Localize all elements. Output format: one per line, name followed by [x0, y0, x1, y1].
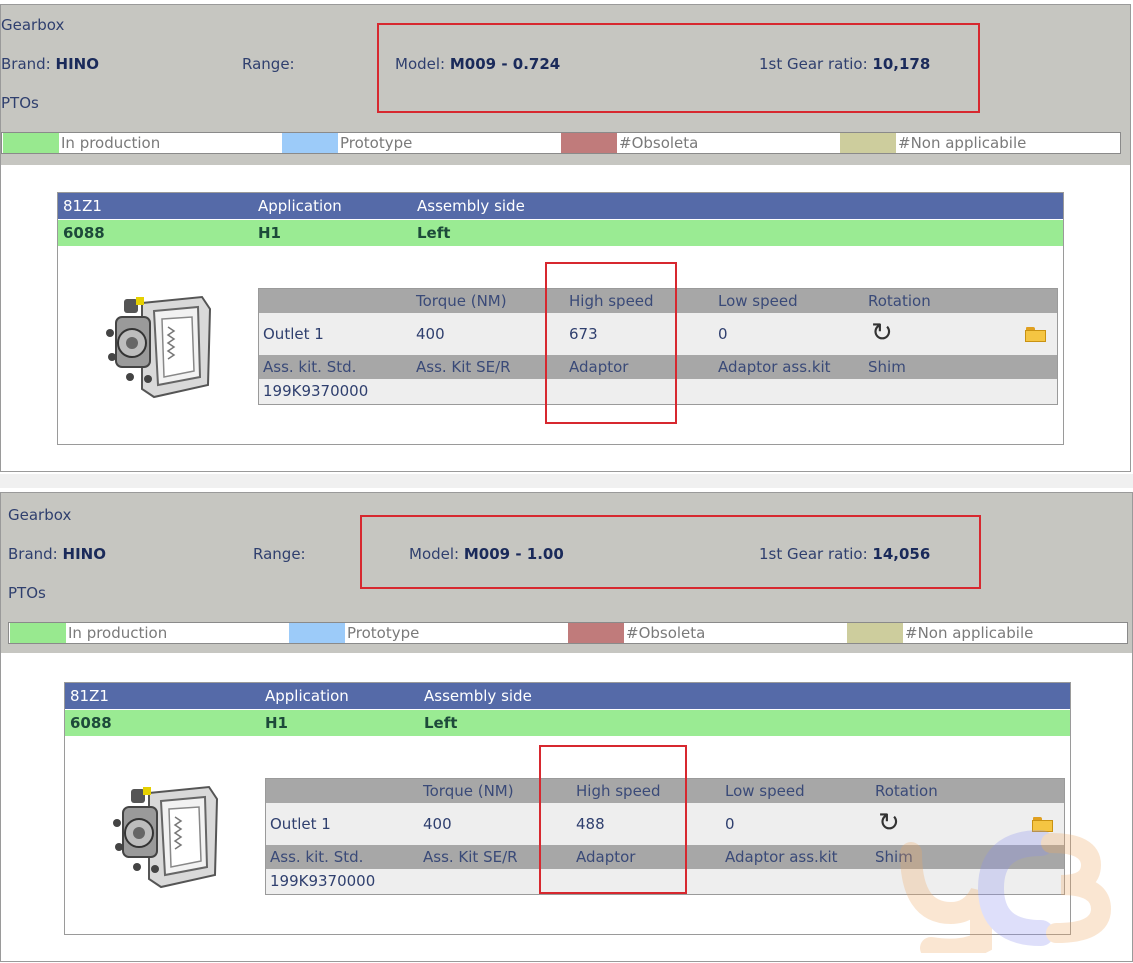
adaptor-ass-kit-header: Adaptor ass.kit [725, 848, 838, 866]
model-highlight-box [360, 515, 981, 589]
assembly-side-header: Assembly side [417, 197, 525, 215]
ptos-label: PTOs [8, 584, 46, 602]
low-speed-header: Low speed [725, 782, 805, 800]
outlet-name: Outlet 1 [263, 325, 324, 343]
brand-field: Brand: HINO [8, 545, 106, 563]
pto-unit-image [106, 295, 212, 399]
gearbox-panel-1: Gearbox Brand: HINO Range: Model: M009 -… [0, 4, 1131, 472]
brand-field: Brand: HINO [1, 55, 99, 73]
ass-kit-ser-header: Ass. Kit SE/R [416, 358, 511, 376]
pto-summary-row[interactable]: 6088 H1 Left [58, 220, 1063, 246]
status-legend: In production Prototype #Obsoleta #Non a… [8, 622, 1128, 644]
pto-code: 6088 [63, 224, 105, 242]
ass-kit-std-value[interactable]: 199K9370000 [263, 382, 368, 400]
ass-kit-ser-header: Ass. Kit SE/R [423, 848, 518, 866]
torque-header: Torque (NM) [416, 292, 507, 310]
torque-value: 400 [416, 325, 445, 343]
rotation-header: Rotation [868, 292, 931, 310]
high-speed-highlight-box [539, 745, 687, 894]
assembly-side-value: Left [417, 224, 451, 242]
watermark-logo [900, 830, 1112, 953]
ass-kit-std-header: Ass. kit. Std. [263, 358, 357, 376]
range-label: Range: [253, 545, 306, 563]
ass-kit-std-header: Ass. kit. Std. [270, 848, 364, 866]
gearbox-header: Gearbox Brand: HINO Range: Model: M009 -… [1, 493, 1132, 653]
application-header: Application [258, 197, 342, 215]
torque-header: Torque (NM) [423, 782, 514, 800]
gearbox-header: Gearbox Brand: HINO Range: Model: M009 -… [1, 5, 1130, 165]
pto-column-header: 81Z1 Application Assembly side [58, 193, 1063, 219]
code-header: 81Z1 [63, 197, 102, 215]
gearbox-panel-2: Gearbox Brand: HINO Range: Model: M009 -… [0, 492, 1133, 962]
low-speed-value: 0 [725, 815, 735, 833]
low-speed-value: 0 [718, 325, 728, 343]
clockwise-rotation-icon: ↻ [871, 318, 893, 348]
pto-card: 81Z1 Application Assembly side 6088 H1 L… [57, 192, 1064, 445]
ptos-label: PTOs [1, 94, 39, 112]
pto-code: 6088 [70, 714, 112, 732]
shim-header: Shim [868, 358, 906, 376]
open-folder-icon[interactable] [1025, 327, 1047, 342]
outlet-name: Outlet 1 [270, 815, 331, 833]
pto-column-header: 81Z1 Application Assembly side [65, 683, 1070, 709]
rotation-header: Rotation [875, 782, 938, 800]
code-header: 81Z1 [70, 687, 109, 705]
pto-unit-image [113, 785, 219, 889]
adaptor-ass-kit-header: Adaptor ass.kit [718, 358, 831, 376]
separator-strip [0, 474, 1133, 488]
application-value: H1 [265, 714, 288, 732]
torque-value: 400 [423, 815, 452, 833]
model-highlight-box [377, 23, 980, 113]
high-speed-highlight-box [545, 262, 677, 424]
section-title: Gearbox [1, 16, 65, 34]
assembly-side-header: Assembly side [424, 687, 532, 705]
low-speed-header: Low speed [718, 292, 798, 310]
range-label: Range: [242, 55, 295, 73]
pto-summary-row[interactable]: 6088 H1 Left [65, 710, 1070, 736]
section-title: Gearbox [8, 506, 72, 524]
application-header: Application [265, 687, 349, 705]
ass-kit-std-value[interactable]: 199K9370000 [270, 872, 375, 890]
application-value: H1 [258, 224, 281, 242]
status-legend: In production Prototype #Obsoleta #Non a… [1, 132, 1121, 154]
assembly-side-value: Left [424, 714, 458, 732]
